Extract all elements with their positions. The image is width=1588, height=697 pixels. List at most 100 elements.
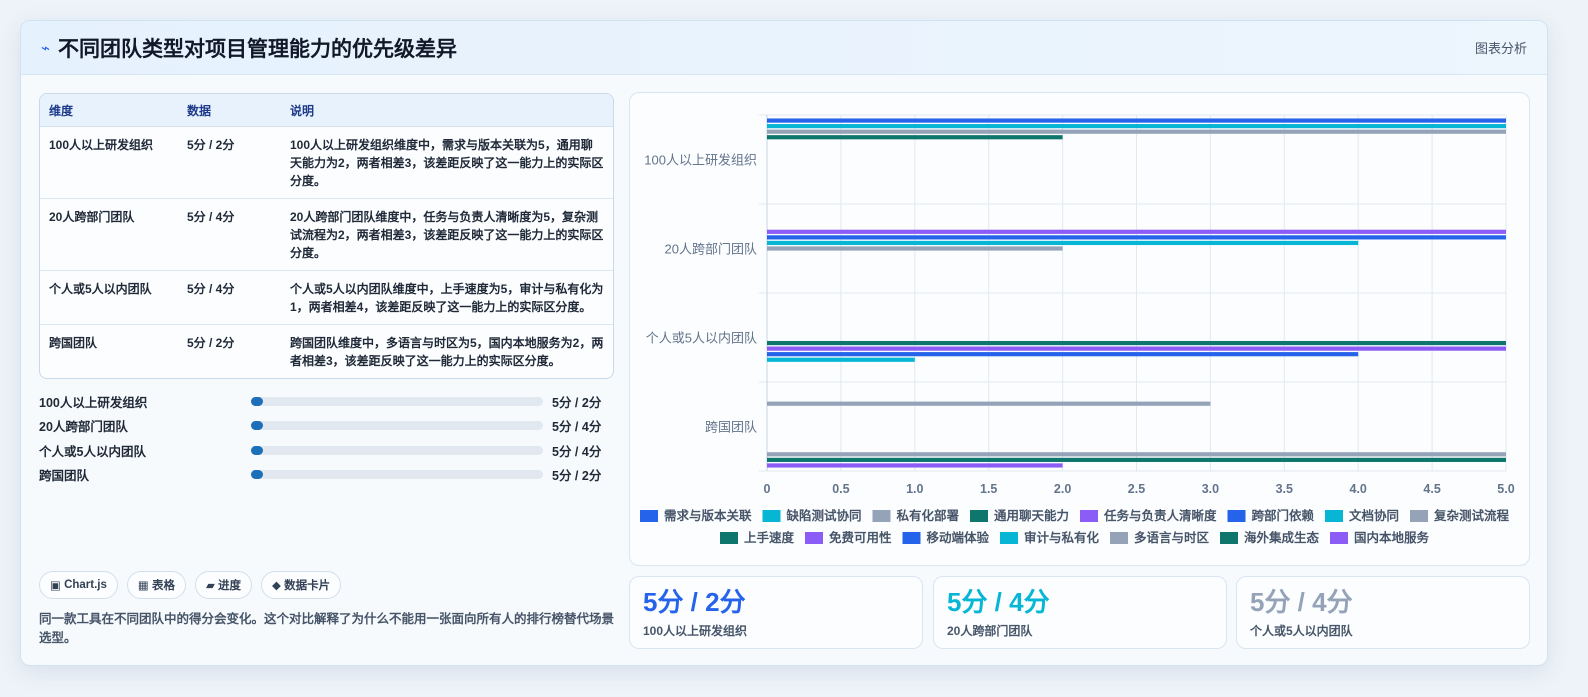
bar <box>767 401 1211 406</box>
table-header-row: 维度 数据 说明 <box>40 94 613 127</box>
legend-label: 任务与负责人清晰度 <box>1103 508 1217 523</box>
bar <box>767 229 1506 234</box>
bar <box>767 124 1506 129</box>
legend-swatch <box>1410 510 1428 522</box>
progress-value: 5分 / 2分 <box>552 469 602 484</box>
legend-label: 通用聊天能力 <box>994 508 1069 523</box>
legend-swatch <box>1325 510 1343 522</box>
tag-chartjs[interactable]: ▣ Chart.js <box>39 571 118 599</box>
legend-swatch <box>1000 532 1018 544</box>
legend-swatch <box>762 510 781 522</box>
table-icon: ▦ <box>137 580 149 592</box>
progress-fill <box>251 445 263 455</box>
x-tick-label: 0.5 <box>832 482 849 496</box>
stat-label: 20人跨部门团队 <box>947 624 1033 638</box>
stat-value: 5分 / 2分 <box>643 587 746 617</box>
table-header-data: 数据 <box>178 94 281 127</box>
footnote: 同一款工具在不同团队中的得分会变化。这个对比解释了为什么不能用一张面向所有人的排… <box>39 612 615 645</box>
table-row: 个人或5人以内团队 5分 / 4分 个人或5人以内团队维度中，上手速度为5，审计… <box>40 271 613 325</box>
legend-swatch <box>1330 532 1348 544</box>
bar <box>767 135 1063 140</box>
legend-swatch <box>1110 532 1128 544</box>
progress-list: 100人以上研发组织 5分 / 2分 20人跨部门团队 5分 / 4分 个人或5… <box>39 389 614 487</box>
analysis-card: ⌁ 不同团队类型对项目管理能力的优先级差异 图表分析 维度 数据 说明 100人… <box>20 20 1548 666</box>
table-cell-description: 跨国团队维度中，多语言与时区为5，国内本地服务为2，两者相差3，该差距反映了这一… <box>290 336 604 368</box>
bar <box>767 118 1506 123</box>
table-cell-dimension: 100人以上研发组织 <box>40 127 178 199</box>
chart-panel: 0 0.5 1.0 1.5 2.0 2.5 3.0 3.5 4.0 4.5 5.0 100人以上研发组… <box>629 92 1530 566</box>
stat-card: 5分 / 2分 100人以上研发组织 <box>629 576 923 649</box>
legend-swatch <box>902 532 921 544</box>
tag-progress[interactable]: ▰ 进度 <box>194 571 253 599</box>
table-row: 跨国团队 5分 / 2分 跨国团队维度中，多语言与时区为5，国内本地服务为2，两… <box>40 325 613 378</box>
progress-track <box>251 396 543 406</box>
progress-label: 20人跨部门团队 <box>39 420 128 435</box>
card-header: ⌁ 不同团队类型对项目管理能力的优先级差异 图表分析 <box>21 21 1547 75</box>
x-tick-label: 3.5 <box>1276 482 1293 496</box>
stat-card: 5分 / 4分 个人或5人以内团队 <box>1236 576 1530 649</box>
progress-row: 20人跨部门团队 5分 / 4分 <box>39 414 614 439</box>
tag-table[interactable]: ▦ 表格 <box>126 571 186 599</box>
x-tick-label: 3.0 <box>1202 482 1219 496</box>
bar <box>767 463 1063 468</box>
chart-icon: ▣ <box>50 580 61 592</box>
progress-icon: ▰ <box>205 580 215 592</box>
progress-track <box>251 421 543 431</box>
left-panel: 维度 数据 说明 100人以上研发组织 5分 / 2分 100人以上研发组织维度… <box>39 93 614 653</box>
diamond-icon: ◆ <box>272 580 281 592</box>
legend-label: 文档协同 <box>1349 508 1399 523</box>
bar <box>767 452 1506 457</box>
progress-row: 100人以上研发组织 5分 / 2分 <box>39 389 614 414</box>
progress-track <box>251 470 543 480</box>
table-cell-dimension: 跨国团队 <box>49 336 98 350</box>
progress-label: 100人以上研发组织 <box>39 395 148 410</box>
legend-label: 私有化部署 <box>896 508 960 523</box>
x-tick-label: 2.0 <box>1054 482 1071 496</box>
chart-analysis-label[interactable]: 图表分析 <box>1475 38 1527 57</box>
bolt-icon: ⌁ <box>41 38 51 57</box>
progress-label: 跨国团队 <box>39 469 90 484</box>
legend-swatch <box>805 532 823 544</box>
legend-swatch <box>1227 510 1246 522</box>
x-tick-label: 1.0 <box>906 482 923 496</box>
bar <box>767 340 1506 346</box>
table-cell-description: 20人跨部门团队维度中，任务与负责人清晰度为5，复杂测试流程为2，两者相差3，该… <box>281 199 613 271</box>
table-cell-description: 100人以上研发组织维度中，需求与版本关联为5，通用聊天能力为2，两者相差3，该… <box>281 127 613 199</box>
stat-value: 5分 / 4分 <box>947 587 1050 617</box>
legend-label: 跨部门依赖 <box>1252 508 1315 523</box>
x-tick-label: 0 <box>764 482 771 496</box>
bar <box>767 235 1506 240</box>
table-row: 20人跨部门团队 5分 / 4分 20人跨部门团队维度中，任务与负责人清晰度为5… <box>40 199 613 271</box>
legend-label: 复杂测试流程 <box>1433 508 1510 523</box>
y-category-label: 100人以上研发组织 <box>644 153 757 168</box>
table-cell-dimension: 个人或5人以内团队 <box>40 271 178 325</box>
x-tick-label: 4.0 <box>1350 482 1367 496</box>
tag-label: Chart.js <box>64 579 107 591</box>
legend-label: 国内本地服务 <box>1354 530 1430 545</box>
progress-value: 5分 / 2分 <box>552 395 602 410</box>
y-category-label: 跨国团队 <box>705 420 757 435</box>
legend-swatch <box>1220 532 1238 544</box>
y-category-label: 个人或5人以内团队 <box>646 331 757 346</box>
table-cell-data: 5分 / 2分 <box>178 127 281 199</box>
tag-data-card[interactable]: ◆ 数据卡片 <box>261 571 342 599</box>
legend-swatch <box>872 510 891 522</box>
x-tick-label: 2.5 <box>1128 482 1145 496</box>
y-category-label: 20人跨部门团队 <box>665 242 757 257</box>
progress-track <box>251 445 543 455</box>
stat-label: 个人或5人以内团队 <box>1250 624 1353 638</box>
bar-chart: 0 0.5 1.0 1.5 2.0 2.5 3.0 3.5 4.0 4.5 5.0 100人以上研发组… <box>640 114 1515 545</box>
table-cell-data: 5分 / 4分 <box>178 199 281 271</box>
progress-fill <box>251 421 263 431</box>
legend-label: 免费可用性 <box>829 530 892 545</box>
legend-label: 移动端体验 <box>927 530 990 545</box>
x-tick-label: 4.5 <box>1423 482 1440 496</box>
table-cell-dimension: 20人跨部门团队 <box>40 199 178 271</box>
info-table: 维度 数据 说明 100人以上研发组织 5分 / 2分 100人以上研发组织维度… <box>39 93 614 379</box>
progress-value: 5分 / 4分 <box>552 444 602 459</box>
stat-label: 100人以上研发组织 <box>643 624 748 638</box>
bar <box>767 346 1506 351</box>
tag-label: 进度 <box>218 580 242 592</box>
legend-label: 海外集成生态 <box>1244 530 1320 545</box>
table-row: 100人以上研发组织 5分 / 2分 100人以上研发组织维度中，需求与版本关联… <box>40 127 613 199</box>
